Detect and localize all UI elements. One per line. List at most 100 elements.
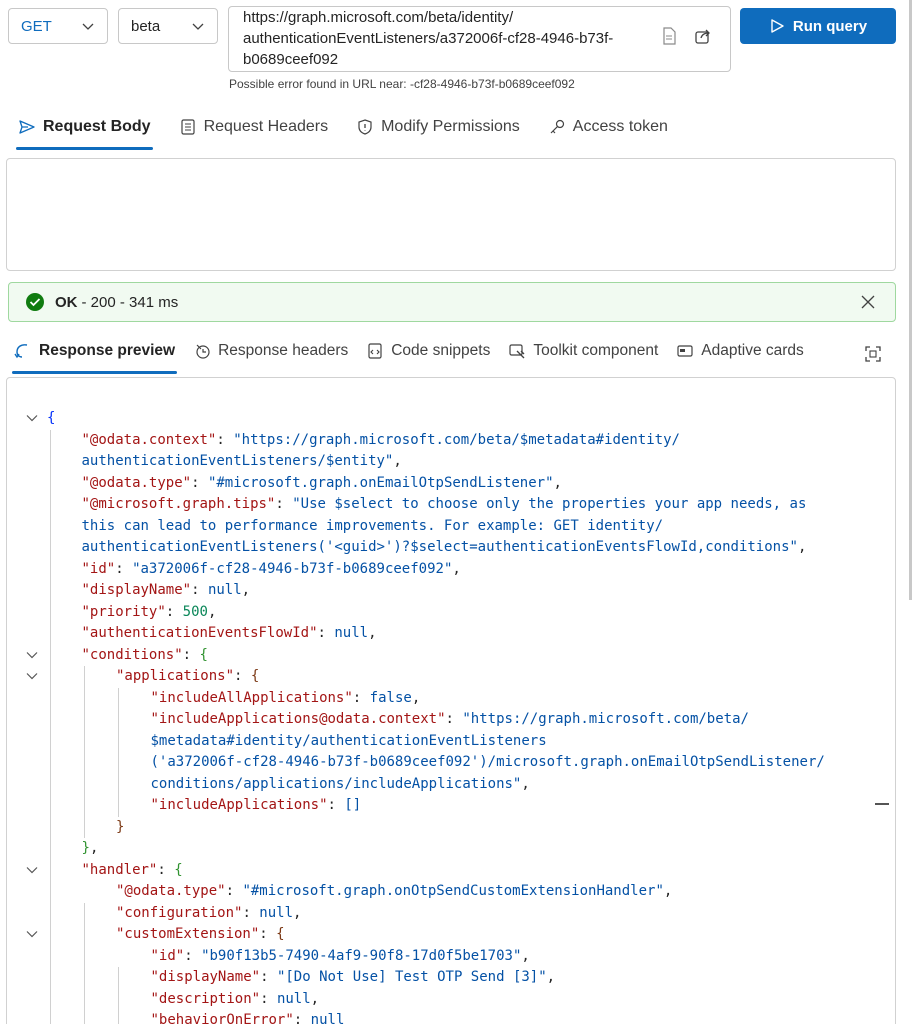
json-token: , — [797, 539, 807, 555]
json-token: "#microsoft.graph.onEmailOtpSendListener… — [207, 474, 554, 491]
tab-toolkit-component[interactable]: Toolkit component — [504, 332, 662, 370]
json-token: authenticationEventListeners('<guid>')?$… — [81, 539, 798, 555]
tab-access-token[interactable]: Access token — [544, 108, 672, 146]
indent-guide — [84, 666, 85, 838]
json-token: , — [452, 560, 461, 577]
tab-code-snippets[interactable]: Code snippets — [362, 332, 494, 370]
json-line: this can lead to performance improvement… — [7, 516, 895, 538]
url-line: authenticationEventListeners/a372006f-cf… — [243, 30, 614, 47]
json-token: ('a372006f-cf28-4946-b73f-b0689ceef092')… — [150, 754, 825, 770]
json-token: "configuration" — [116, 904, 243, 921]
http-method-value: GET — [21, 17, 52, 35]
close-icon[interactable] — [859, 293, 877, 311]
json-line: "configuration": null, — [7, 903, 895, 925]
json-viewer: {"@odata.context": "https://graph.micros… — [7, 408, 895, 1024]
json-token: null — [259, 904, 294, 921]
json-token: { — [174, 861, 183, 878]
chevron-down-icon[interactable] — [25, 669, 39, 683]
json-line: "displayName": "[Do Not Use] Test OTP Se… — [7, 967, 895, 989]
shield-icon — [358, 119, 372, 135]
chevron-down-icon[interactable] — [25, 927, 39, 941]
json-token: "description" — [150, 990, 261, 1007]
json-token: "[Do Not Use] Test OTP Send [3]" — [276, 969, 547, 985]
json-token: : — [352, 689, 370, 706]
chevron-down-icon[interactable] — [25, 863, 39, 877]
json-token: , — [393, 453, 402, 469]
api-version-dropdown[interactable]: beta — [118, 8, 218, 44]
tab-response-headers[interactable]: Response headers — [189, 332, 352, 370]
json-token: "@odata.type" — [116, 883, 226, 899]
json-token: "displayName" — [150, 969, 261, 985]
minus-icon[interactable] — [875, 803, 889, 805]
json-line: authenticationEventListeners('<guid>')?$… — [7, 537, 895, 559]
status-bar: OK - 200 - 341 ms — [8, 282, 896, 322]
tab-label: Access token — [572, 118, 668, 135]
json-token: { — [199, 646, 208, 663]
json-line: "handler": { — [7, 860, 895, 882]
response-preview-panel[interactable]: {"@odata.context": "https://graph.micros… — [6, 377, 896, 1024]
json-token: this can lead to performance improvement… — [81, 517, 664, 534]
json-token: { — [47, 410, 56, 426]
run-query-button[interactable]: Run query — [740, 8, 896, 44]
json-token: } — [116, 818, 125, 835]
request-body-editor[interactable] — [6, 158, 896, 271]
json-token: "@microsoft.graph.tips" — [81, 496, 276, 512]
tab-modify-permissions[interactable]: Modify Permissions — [352, 108, 524, 146]
indent-guide — [84, 902, 85, 1024]
json-token: : — [165, 603, 183, 620]
json-token: { — [276, 926, 285, 942]
json-token: "a372006f-cf28-4946-b73f-b0689ceef092" — [132, 560, 453, 577]
tab-request-body[interactable]: Request Body — [14, 108, 155, 150]
json-line: "conditions": { — [7, 645, 895, 667]
json-token: "handler" — [81, 861, 158, 878]
share-icon[interactable] — [693, 26, 713, 46]
json-token: : — [275, 496, 293, 512]
json-line: "authenticationEventsFlowId": null, — [7, 623, 895, 645]
tab-label: Modify Permissions — [381, 118, 520, 135]
json-line: "@odata.type": "#microsoft.graph.onOtpSe… — [7, 881, 895, 903]
arrow-icon — [14, 344, 28, 359]
expand-icon[interactable] — [863, 344, 883, 364]
http-method-dropdown[interactable]: GET — [8, 8, 108, 44]
json-token: : — [191, 474, 208, 491]
json-token: null — [334, 625, 369, 641]
chevron-down-icon — [192, 23, 204, 30]
play-icon — [771, 19, 784, 33]
headers-icon — [196, 344, 210, 359]
json-token: "includeApplications@odata.context" — [150, 711, 446, 727]
json-line: "@odata.type": "#microsoft.graph.onEmail… — [7, 473, 895, 495]
run-query-label: Run query — [792, 17, 868, 35]
json-line: $metadata#identity/authenticationEventLi… — [7, 731, 895, 753]
json-token: : — [182, 646, 200, 663]
tab-response-preview[interactable]: Response preview — [10, 332, 179, 374]
url-input[interactable]: https://graph.microsoft.com/beta/identit… — [228, 6, 731, 72]
json-token: , — [546, 969, 556, 985]
tab-adaptive-cards[interactable]: Adaptive cards — [672, 332, 808, 370]
status-ok: OK — [55, 293, 78, 311]
indent-guide — [50, 429, 51, 1024]
tab-label: Request Body — [43, 118, 151, 135]
json-token: [] — [344, 797, 362, 813]
json-token: "Use $select to choose only the properti… — [292, 496, 807, 512]
json-line: "includeApplications@odata.context": "ht… — [7, 709, 895, 731]
json-line: "customExtension": { — [7, 924, 895, 946]
json-token: : — [327, 797, 345, 813]
json-line: { — [7, 408, 895, 430]
tab-label: Response preview — [39, 342, 176, 359]
chevron-down-icon[interactable] — [25, 411, 39, 425]
json-token: null — [310, 1012, 345, 1024]
tab-label: Adaptive cards — [701, 342, 804, 359]
json-line: authenticationEventListeners/$entity", — [7, 451, 895, 473]
tab-request-headers[interactable]: Request Headers — [175, 108, 333, 146]
json-line: "id": "b90f13b5-7490-4af9-90f8-17d0f5be1… — [7, 946, 895, 968]
document-icon[interactable] — [659, 26, 679, 46]
json-token: , — [663, 883, 673, 899]
json-token: "authenticationEventsFlowId" — [81, 625, 318, 641]
chevron-down-icon[interactable] — [25, 648, 39, 662]
json-line: "displayName": null, — [7, 580, 895, 602]
json-token: "id" — [81, 560, 116, 577]
tab-label: Request Headers — [203, 118, 329, 135]
tab-label: Code snippets — [391, 342, 491, 359]
json-token: : — [191, 582, 208, 598]
json-line: "applications": { — [7, 666, 895, 688]
